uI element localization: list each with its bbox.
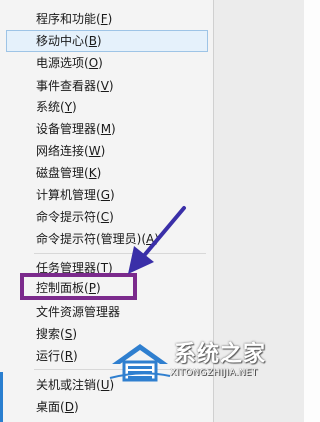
menu-item-accelerator: B xyxy=(88,34,97,48)
menu-item-label: 移动中心( xyxy=(36,34,89,48)
menu-item-label: 系统( xyxy=(36,100,65,114)
menu-item-label: 命令提示符( xyxy=(36,210,101,224)
menu-item-tail: ) xyxy=(109,210,114,224)
menu-item-tail: ) xyxy=(110,188,115,202)
menu-item-label: 事件查看器( xyxy=(36,79,101,93)
menu-item-label: 网络连接( xyxy=(36,144,89,158)
site-watermark: 系统之家 XITONGZHIJIA.NET xyxy=(108,340,304,384)
menu-item-tail: ) xyxy=(111,122,116,136)
menu-item-accelerator: W xyxy=(88,144,101,158)
menu-item-accelerator: F xyxy=(100,12,108,26)
menu-item-accelerator: Y xyxy=(64,100,73,114)
menu-item-event-viewer[interactable]: 事件查看器(V) xyxy=(6,75,208,97)
menu-item-label: 桌面( xyxy=(36,400,65,414)
watermark-url: XITONGZHIJIA.NET xyxy=(170,368,258,378)
annotation-arrow-icon xyxy=(128,206,186,274)
menu-item-tail: ) xyxy=(72,327,77,341)
menu-item-label: 搜索( xyxy=(36,327,65,341)
menu-item-device-manager[interactable]: 设备管理器(M) xyxy=(6,118,208,140)
menu-item-system[interactable]: 系统(Y) xyxy=(6,96,208,118)
menu-item-accelerator: R xyxy=(64,349,74,363)
taskbar-edge xyxy=(0,372,3,422)
menu-item-label: 电源选项( xyxy=(36,56,89,70)
menu-item-accelerator: M xyxy=(100,122,112,136)
menu-item-label: 计算机管理( xyxy=(36,188,101,202)
menu-item-network-connections[interactable]: 网络连接(W) xyxy=(6,140,208,162)
menu-item-label: 关机或注销( xyxy=(36,378,101,392)
menu-item-accelerator: G xyxy=(100,188,110,202)
menu-item-accelerator: V xyxy=(100,79,109,93)
menu-item-label: 运行( xyxy=(36,349,65,363)
menu-item-label: 程序和功能( xyxy=(36,12,101,26)
menu-item-accelerator: K xyxy=(88,166,97,180)
menu-item-programs-and-features[interactable]: 程序和功能(F) xyxy=(6,8,208,30)
menu-item-power-options[interactable]: 电源选项(O) xyxy=(6,52,208,74)
menu-item-tail: ) xyxy=(100,144,106,158)
menu-item-label: 磁盘管理( xyxy=(36,166,89,180)
menu-item-label: 设备管理器( xyxy=(36,122,101,136)
menu-item-desktop[interactable]: 桌面(D) xyxy=(6,396,208,418)
menu-item-tail: ) xyxy=(96,166,102,180)
menu-item-tail: ) xyxy=(108,79,114,93)
house-logo-icon xyxy=(109,344,171,382)
menu-item-accelerator: C xyxy=(100,210,110,224)
menu-item-tail: ) xyxy=(72,100,77,114)
menu-item-tail: ) xyxy=(107,12,113,26)
menu-item-mobility-center[interactable]: 移动中心(B) xyxy=(6,30,208,52)
menu-item-label: 文件资源管理器 xyxy=(36,305,121,319)
menu-item-file-explorer[interactable]: 文件资源管理器 xyxy=(6,301,208,323)
menu-item-accelerator: O xyxy=(88,56,99,70)
menu-item-accelerator: D xyxy=(64,400,74,414)
watermark-title: 系统之家 xyxy=(174,342,267,367)
menu-item-tail: ) xyxy=(73,400,79,414)
menu-item-disk-management[interactable]: 磁盘管理(K) xyxy=(6,162,208,184)
menu-item-tail: ) xyxy=(98,56,103,70)
menu-item-tail: ) xyxy=(96,34,102,48)
menu-item-tail: ) xyxy=(73,349,78,363)
